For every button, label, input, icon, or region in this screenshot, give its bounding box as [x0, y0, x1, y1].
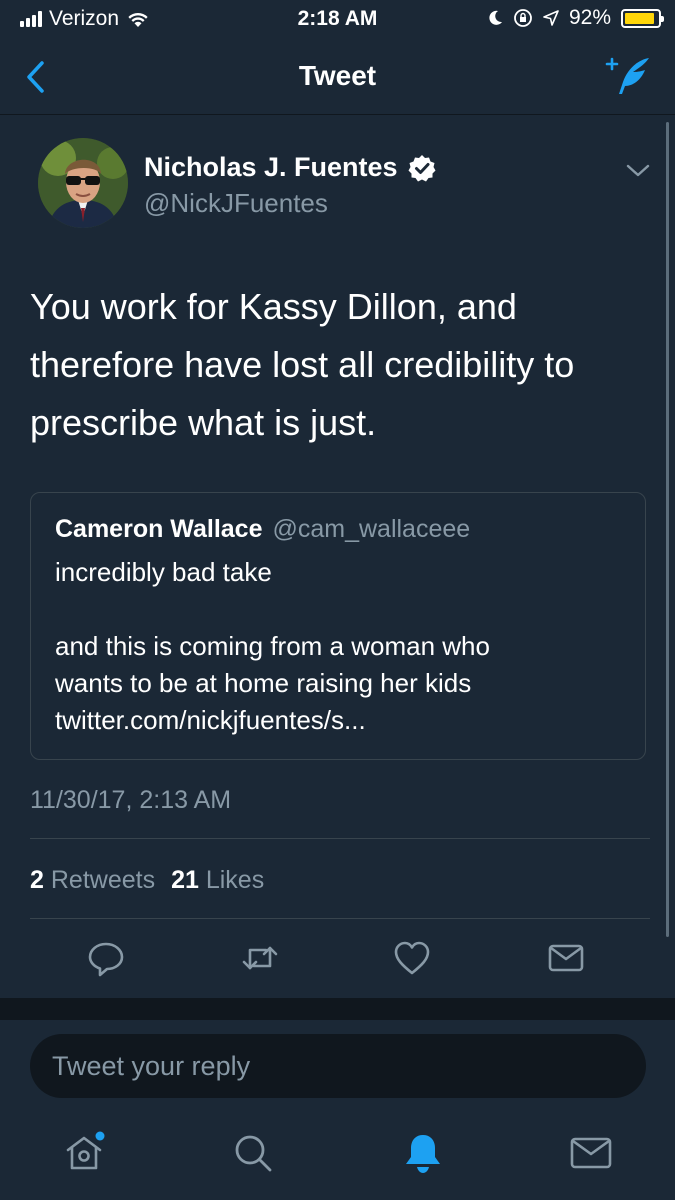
- retweets-label: Retweets: [50, 866, 156, 894]
- chevron-down-icon[interactable]: [624, 160, 652, 180]
- moon-icon: [489, 10, 502, 25]
- search-icon[interactable]: [230, 1130, 276, 1176]
- likes-stat[interactable]: 21 Likes: [171, 866, 264, 895]
- quoted-link[interactable]: twitter.com/nickjfuentes/s...: [55, 702, 621, 739]
- avatar-image: [38, 138, 128, 228]
- reply-input[interactable]: [30, 1034, 646, 1098]
- quoted-line: wants to be at home raising her kids: [55, 668, 472, 698]
- battery-icon: [621, 8, 664, 28]
- compose-tweet-icon[interactable]: [603, 54, 653, 98]
- notifications-icon[interactable]: [400, 1130, 446, 1176]
- page-title: Tweet: [298, 60, 377, 91]
- like-icon[interactable]: [392, 938, 432, 978]
- verified-badge-icon: [408, 154, 436, 181]
- reply-icon[interactable]: [86, 938, 126, 978]
- status-right: 92%: [489, 6, 664, 30]
- quoted-line: incredibly bad take: [55, 557, 272, 587]
- divider: [30, 838, 650, 839]
- tweet-text: You work for Kassy Dillon, and therefore…: [30, 286, 575, 443]
- rotation-lock-icon: [514, 9, 532, 27]
- quoted-line: and this is coming from a woman who: [55, 631, 490, 661]
- tab-bar: [0, 1110, 675, 1200]
- battery-percent: 92%: [568, 6, 611, 29]
- author-name-label: Nicholas J. Fuentes: [144, 152, 398, 182]
- tweet-actions: [0, 930, 675, 990]
- battery-level: [625, 12, 655, 24]
- likes-count: 21: [171, 866, 199, 894]
- author-handle[interactable]: @NickJFuentes: [144, 188, 328, 219]
- messages-icon[interactable]: [568, 1130, 614, 1176]
- retweet-icon[interactable]: [240, 938, 280, 978]
- nav-bar: Tweet: [0, 40, 675, 115]
- direct-message-icon[interactable]: [546, 938, 586, 978]
- retweets-stat[interactable]: 2 Retweets: [30, 866, 155, 895]
- quoted-author-name: Cameron Wallace: [55, 515, 263, 543]
- section-separator: [0, 998, 675, 1020]
- divider: [30, 918, 650, 919]
- location-icon: [543, 10, 559, 26]
- scrollbar[interactable]: [666, 122, 669, 937]
- status-bar: Verizon 2:18 AM 92%: [0, 0, 675, 40]
- quoted-tweet-header: Cameron Wallace @cam_wallaceee: [55, 515, 621, 544]
- tweet-stats: 2 Retweets 21 Likes: [30, 866, 264, 895]
- retweets-count: 2: [30, 866, 44, 894]
- home-icon[interactable]: [62, 1130, 108, 1176]
- quoted-tweet-text: incredibly bad take and this is coming f…: [55, 554, 621, 739]
- likes-label: Likes: [205, 866, 265, 894]
- quoted-author-handle: @cam_wallaceee: [272, 515, 471, 543]
- author-name[interactable]: Nicholas J. Fuentes: [144, 152, 436, 183]
- author-avatar[interactable]: [38, 138, 128, 228]
- tweet-timestamp: 11/30/17, 2:13 AM: [30, 786, 232, 814]
- quoted-tweet[interactable]: Cameron Wallace @cam_wallaceee incredibl…: [30, 492, 646, 760]
